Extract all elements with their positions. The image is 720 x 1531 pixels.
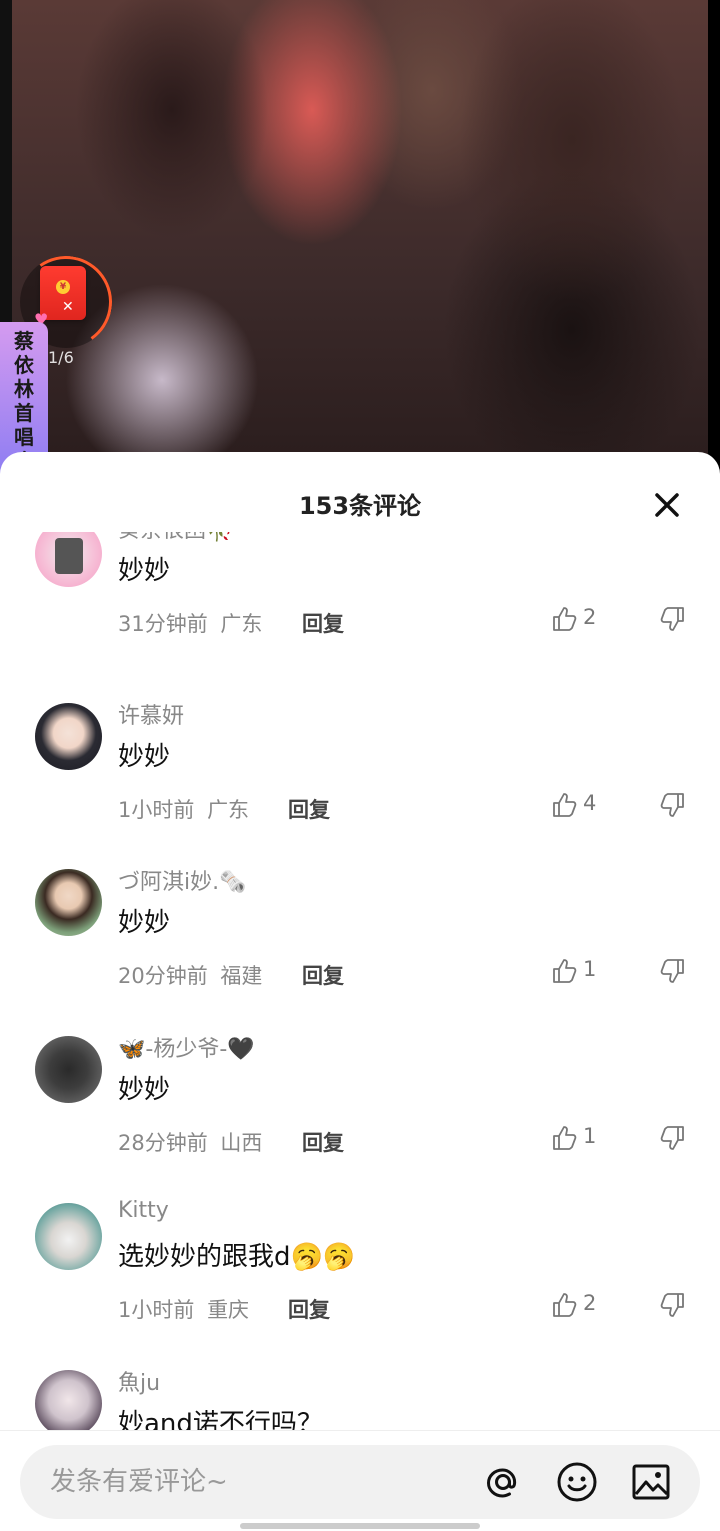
comment-item: Kitty 选妙妙的跟我d🥱🥱 1小时前 重庆 回复 2 [0,1179,720,1345]
avatar[interactable] [35,703,102,770]
comment-text: 妙妙 [118,556,171,586]
comment-meta: 1小时前 广东 [118,794,249,824]
dislike-button[interactable] [658,605,686,633]
comment-meta: 1小时前 重庆 [118,1294,249,1324]
like-button[interactable]: 4 [551,791,611,821]
dislike-button[interactable] [658,1124,686,1152]
thumb-up-icon [553,793,577,817]
comment-input[interactable]: 发条有爱评论~ [20,1445,700,1519]
comment-username[interactable]: 许慕妍 [118,698,184,730]
like-count: 2 [583,605,597,629]
like-count: 1 [583,957,597,981]
reply-button[interactable]: 回复 [288,1294,330,1324]
thumb-up-icon [553,1293,577,1317]
thumb-down-icon [660,793,684,817]
reply-button[interactable]: 回复 [302,1127,344,1157]
comment-text: 妙妙 [118,742,171,772]
coin-icon: ¥ [56,280,70,294]
comment-time: 28分钟前 [118,1131,208,1155]
avatar[interactable] [35,1370,102,1432]
comment-item: づ阿淇i妙.🗞️ 妙妙 20分钟前 福建 回复 1 [0,845,720,1011]
comment-region: 福建 [220,964,263,988]
home-indicator [240,1523,480,1529]
thumb-up-icon [553,607,577,631]
comment-username[interactable]: 葵奈很困🥀 [118,532,233,544]
thumb-up-icon [553,1126,577,1150]
thumb-up-icon [553,959,577,983]
thumb-down-icon [660,1293,684,1317]
comment-item: 许慕妍 妙妙 1小时前 广东 回复 4 [0,678,720,844]
comment-sheet: 153条评论 葵奈很困🥀 妙妙 31分钟前 广东 回复 2 [0,452,720,1531]
comment-text: 妙and诺不行吗？ [118,1409,323,1432]
comment-time: 1小时前 [118,798,195,822]
comment-username[interactable]: 魚ju [118,1365,160,1397]
comment-meta: 28分钟前 山西 [118,1127,262,1157]
comment-meta: 31分钟前 广东 [118,608,262,638]
comment-region: 广东 [207,798,250,822]
like-button[interactable]: 1 [551,957,611,987]
comment-time: 31分钟前 [118,612,208,636]
emoji-icon[interactable] [556,1461,598,1503]
comment-time: 20分钟前 [118,964,208,988]
comment-item: 🦋-杨少爷-🖤 妙妙 28分钟前 山西 回复 1 [0,1012,720,1178]
reply-button[interactable]: 回复 [302,608,344,638]
small-close-icon: ✕ [62,299,74,315]
dislike-button[interactable] [658,957,686,985]
red-packet-count: 1/6 [48,348,74,367]
video-player[interactable] [0,0,720,470]
at-icon[interactable] [482,1461,524,1503]
dislike-button[interactable] [658,791,686,819]
like-count: 4 [583,791,597,815]
avatar[interactable] [35,869,102,936]
comment-input-bar: 发条有爱评论~ [0,1430,720,1531]
avatar[interactable] [35,1203,102,1270]
reply-button[interactable]: 回复 [288,794,330,824]
like-count: 2 [583,1291,597,1315]
like-button[interactable]: 2 [551,1291,611,1321]
like-count: 1 [583,1124,597,1148]
video-frame [12,0,708,470]
image-icon[interactable] [630,1461,672,1503]
thumb-down-icon [660,959,684,983]
comment-username[interactable]: 🦋-杨少爷-🖤 [118,1031,255,1063]
comment-item: 魚ju 妙and诺不行吗？ [0,1346,720,1432]
comment-meta: 20分钟前 福建 [118,960,262,990]
video-edge [708,0,720,470]
comment-text: 妙妙 [118,908,171,938]
thumb-down-icon [660,607,684,631]
comment-username[interactable]: Kitty [118,1198,169,1223]
reply-button[interactable]: 回复 [302,960,344,990]
comment-region: 重庆 [207,1298,250,1322]
comment-count-title: 153条评论 [298,492,422,520]
dislike-button[interactable] [658,1291,686,1319]
comment-region: 山西 [220,1131,263,1155]
comment-input-placeholder: 发条有爱评论~ [50,1467,228,1497]
comment-region: 广东 [220,612,263,636]
like-button[interactable]: 1 [551,1124,611,1154]
comment-item: 葵奈很困🥀 妙妙 31分钟前 广东 回复 2 [0,532,720,678]
avatar[interactable] [35,1036,102,1103]
comment-text: 妙妙 [118,1075,171,1105]
avatar[interactable] [35,532,102,587]
close-icon[interactable] [650,488,684,522]
like-button[interactable]: 2 [551,605,611,635]
comment-text: 选妙妙的跟我d🥱🥱 [118,1242,356,1272]
comment-list[interactable]: 葵奈很困🥀 妙妙 31分钟前 广东 回复 2 许慕妍 妙 [0,532,720,1432]
comment-time: 1小时前 [118,1298,195,1322]
thumb-down-icon [660,1126,684,1150]
comment-username[interactable]: づ阿淇i妙.🗞️ [118,864,247,896]
